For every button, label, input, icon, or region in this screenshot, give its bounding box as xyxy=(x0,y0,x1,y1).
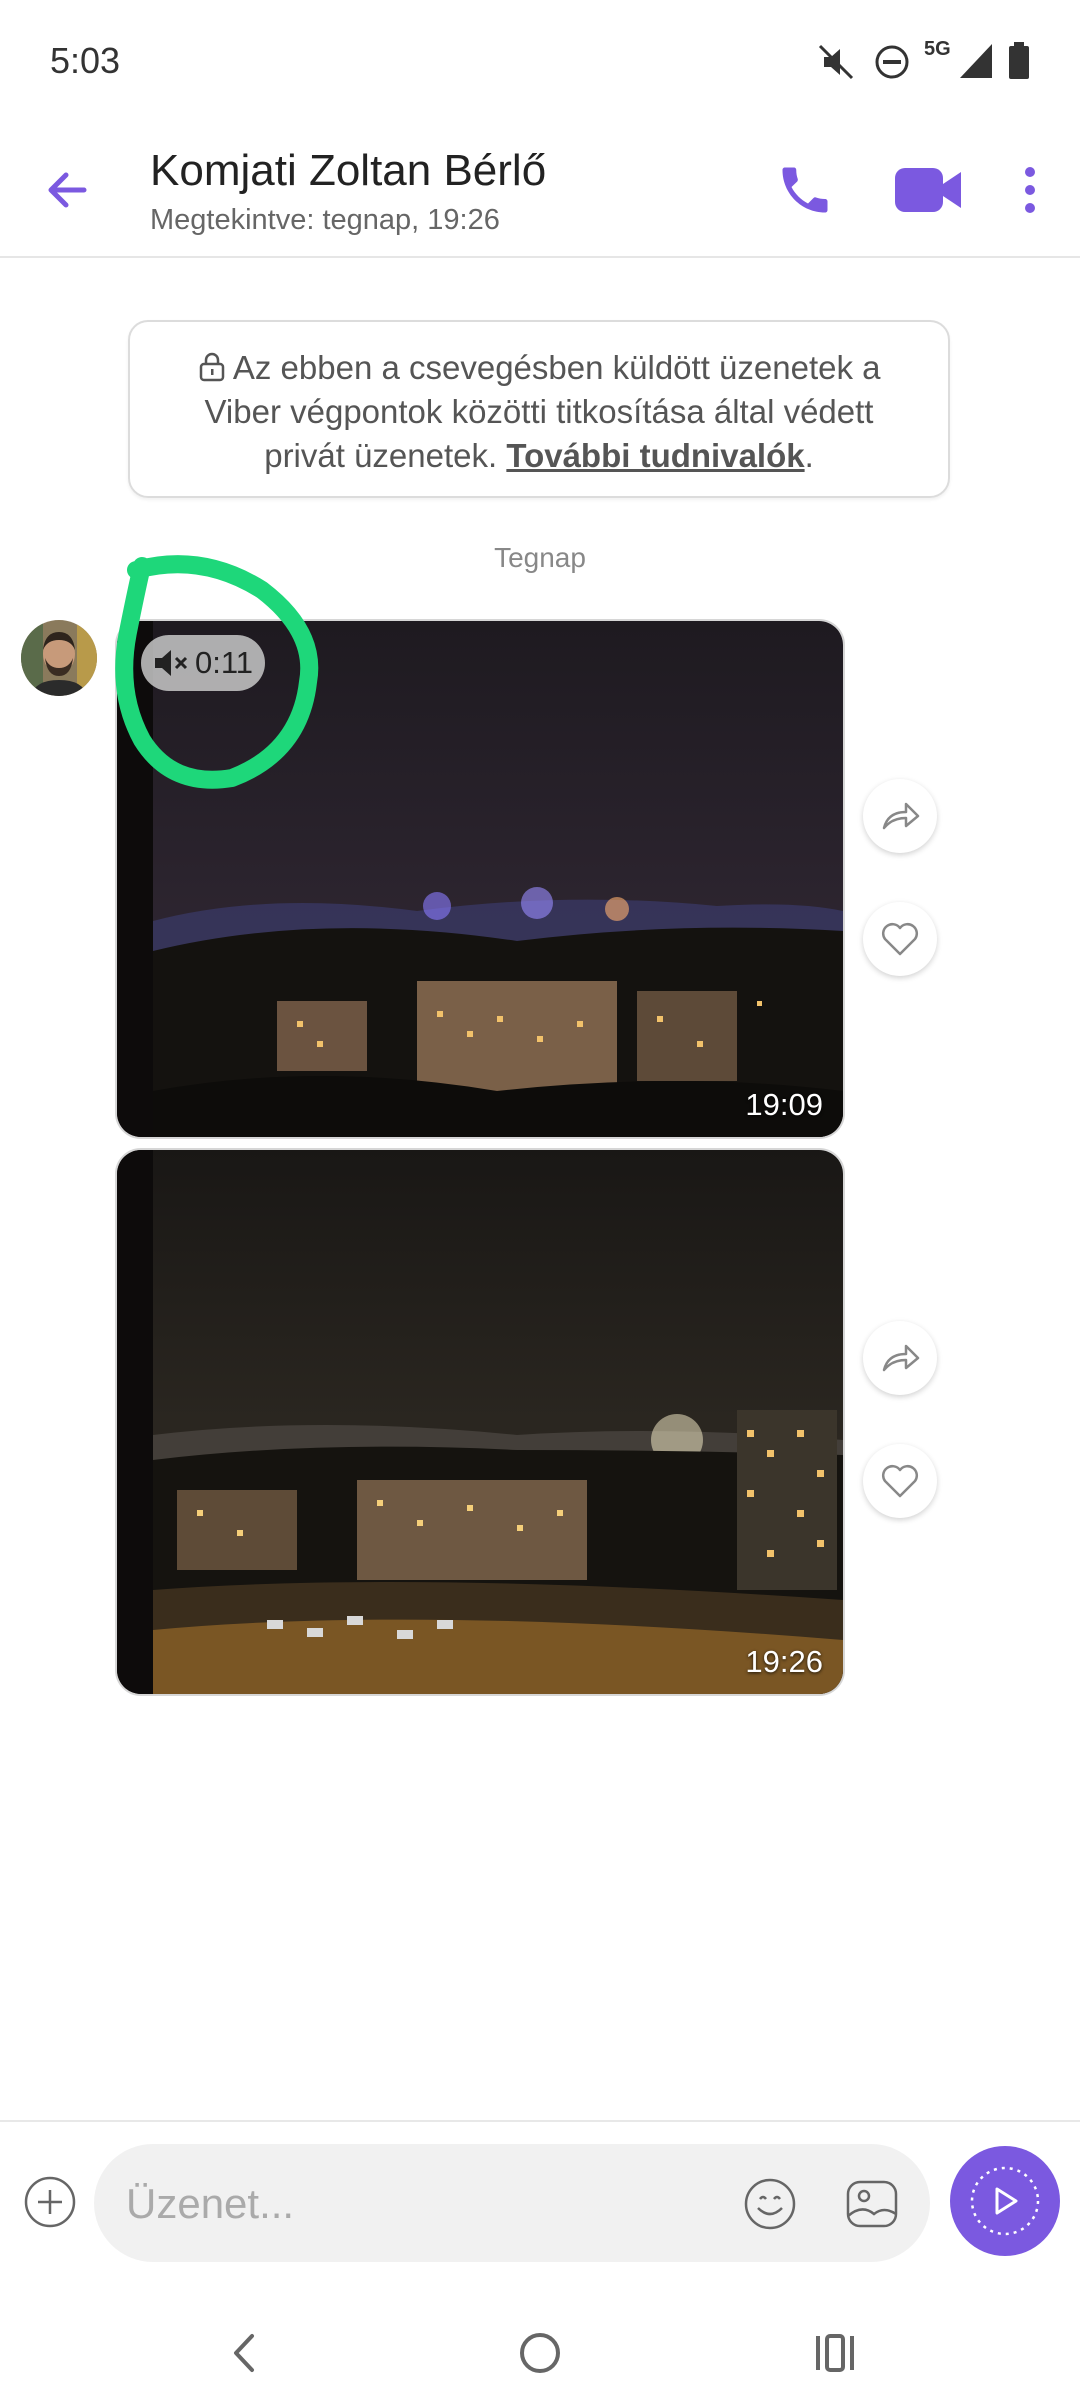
contact-name[interactable]: Komjati Zoltan Bérlő xyxy=(150,146,546,196)
message-time: 19:09 xyxy=(745,1087,823,1122)
encryption-notice: Az ebben a csevegésben küldött üzenetek … xyxy=(128,320,950,498)
heart-icon xyxy=(882,1465,918,1498)
nav-recents-icon[interactable] xyxy=(800,2318,870,2388)
video-thumbnail xyxy=(117,621,843,1137)
more-vert-icon[interactable] xyxy=(1010,160,1050,220)
encryption-notice-suffix: . xyxy=(804,437,814,474)
message-input-box xyxy=(94,2144,930,2262)
muted-speaker-icon xyxy=(155,650,188,676)
mute-icon xyxy=(818,44,854,80)
send-button[interactable] xyxy=(950,2146,1060,2256)
battery-icon xyxy=(1009,42,1029,79)
forward-icon xyxy=(882,802,920,830)
learn-more-link[interactable]: További tudnivalók xyxy=(506,437,804,474)
image-thumbnail xyxy=(117,1150,843,1694)
chat-header: Komjati Zoltan Bérlő Megtekintve: tegnap… xyxy=(0,120,1080,258)
heart-icon xyxy=(882,923,918,956)
send-icon xyxy=(970,2166,1040,2236)
back-arrow-icon[interactable] xyxy=(40,160,100,220)
system-nav-bar xyxy=(0,2300,1080,2400)
avatar[interactable] xyxy=(21,620,97,696)
dnd-icon xyxy=(875,45,909,79)
network-type: 5G xyxy=(924,38,951,60)
message-input[interactable] xyxy=(124,2164,688,2244)
message-time: 19:26 xyxy=(745,1644,823,1679)
message-composer xyxy=(0,2120,1080,2272)
video-call-icon[interactable] xyxy=(893,162,963,218)
forward-button-1[interactable] xyxy=(863,779,937,853)
video-message[interactable]: 0:11 19:09 xyxy=(115,619,845,1139)
emoji-icon[interactable] xyxy=(740,2174,800,2234)
date-separator: Tegnap xyxy=(494,542,586,573)
image-message[interactable]: 19:26 xyxy=(115,1148,845,1696)
signal-icon xyxy=(960,44,992,78)
gallery-icon[interactable] xyxy=(842,2174,902,2234)
plus-icon[interactable] xyxy=(22,2174,78,2230)
forward-button-2[interactable] xyxy=(863,1321,937,1395)
nav-back-icon[interactable] xyxy=(210,2318,280,2388)
lock-icon xyxy=(199,352,224,382)
nav-home-icon[interactable] xyxy=(505,2318,575,2388)
like-button-1[interactable] xyxy=(863,902,937,976)
phone-icon[interactable] xyxy=(775,160,835,220)
video-duration-badge: 0:11 xyxy=(141,635,266,691)
last-seen-status: Megtekintve: tegnap, 19:26 xyxy=(150,204,500,236)
status-bar: 5:03 5G xyxy=(0,0,1080,120)
video-duration: 0:11 xyxy=(195,645,254,680)
status-time: 5:03 xyxy=(50,40,121,81)
like-button-2[interactable] xyxy=(863,1444,937,1518)
forward-icon xyxy=(882,1344,920,1372)
